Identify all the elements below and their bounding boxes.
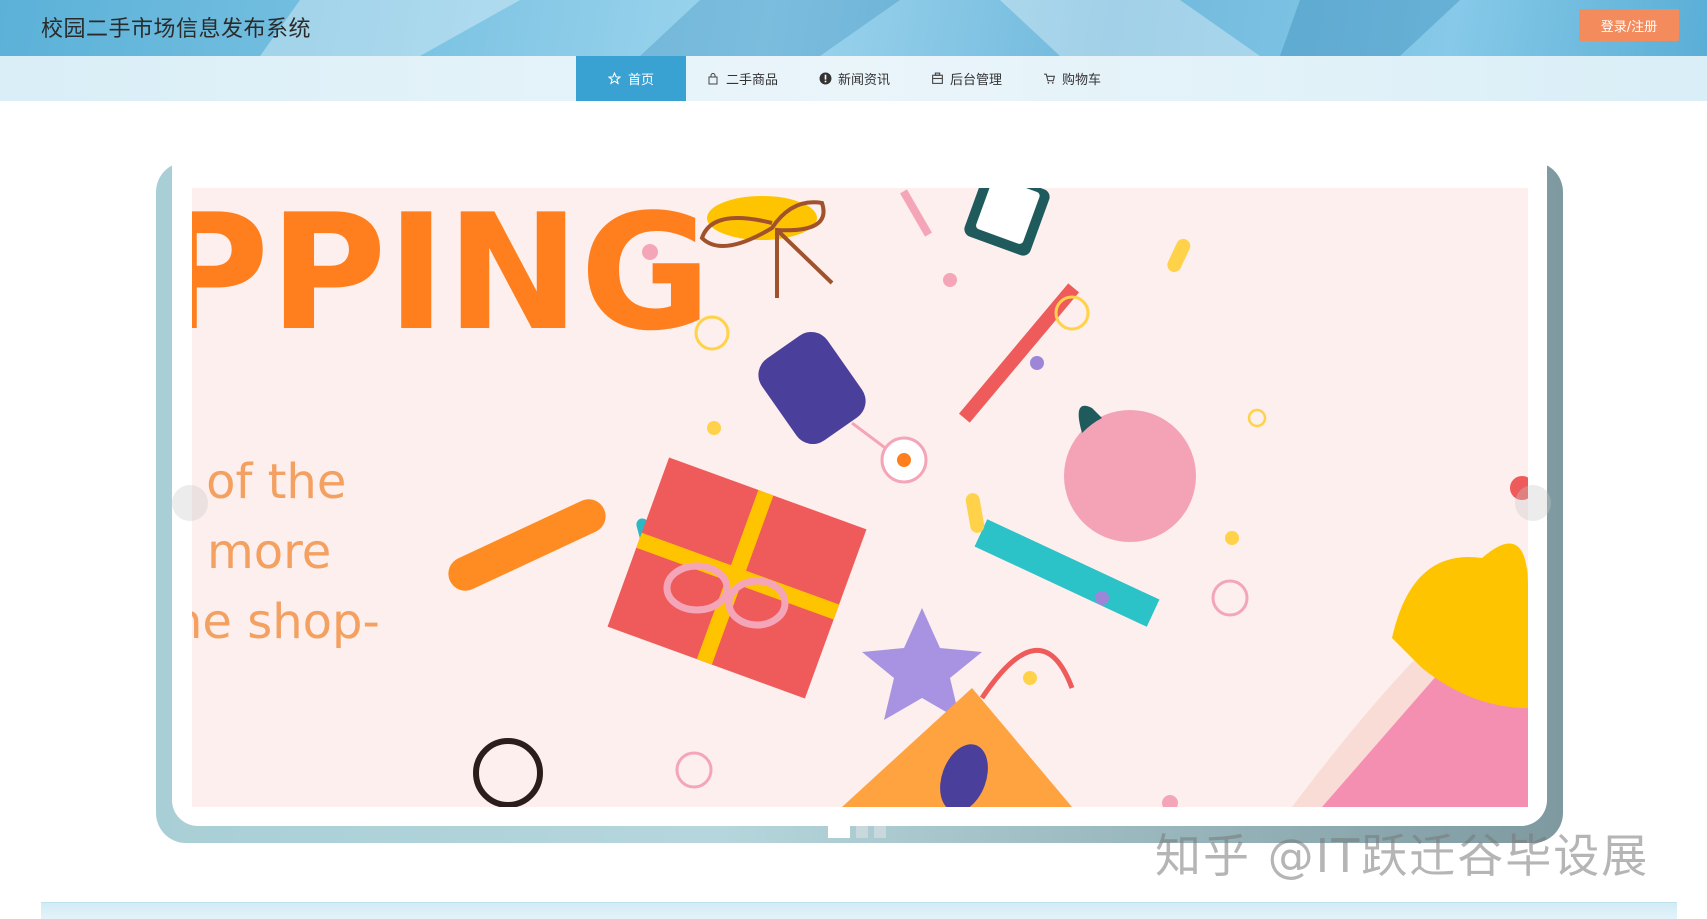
banner-headline: PPING [192,188,711,366]
nav-item-label: 首页 [627,73,654,88]
carousel-dot-1[interactable] [828,826,850,838]
nav-item-label: 后台管理 [950,73,1003,88]
shopping-illustration: PPING t of the more ne shop- [192,188,1528,807]
nav-item-home[interactable]: 首页 [576,56,686,101]
banner-line-3: ne shop- [192,594,380,650]
carousel-indicators [828,826,886,838]
building-icon [930,72,944,86]
login-register-button[interactable]: 登录/注册 [1579,9,1679,41]
nav-item-cart[interactable]: 购物车 [1022,56,1121,101]
site-title: 校园二手市场信息发布系统 [41,17,312,42]
star-icon [608,72,622,86]
carousel-dot-3[interactable] [874,826,886,838]
banner-line-1: t of the [192,454,346,510]
info-icon [818,72,832,86]
carousel-next-button[interactable] [1515,485,1551,521]
top-header: 校园二手市场信息发布系统 登录/注册 [0,0,1707,56]
nav-item-admin[interactable]: 后台管理 [910,56,1022,101]
nav-item-label: 二手商品 [726,73,779,88]
main-nav: 首页 二手商品 新闻资讯 后台管理 购物车 [0,56,1707,101]
carousel-prev-button[interactable] [172,485,208,521]
carousel-dot-2[interactable] [856,826,868,838]
nav-item-goods[interactable]: 二手商品 [686,56,798,101]
section-header-bar [41,902,1677,919]
watermark-text: 知乎 @IT跃迁谷毕设展 [1155,829,1650,883]
nav-item-label: 新闻资讯 [838,73,891,88]
nav-item-label: 购物车 [1062,73,1102,88]
carousel-slide[interactable]: PPING t of the more ne shop- [192,188,1528,807]
bag-icon [706,72,720,86]
nav-item-news[interactable]: 新闻资讯 [798,56,910,101]
banner-line-2: more [207,524,331,580]
cart-icon [1042,72,1056,86]
